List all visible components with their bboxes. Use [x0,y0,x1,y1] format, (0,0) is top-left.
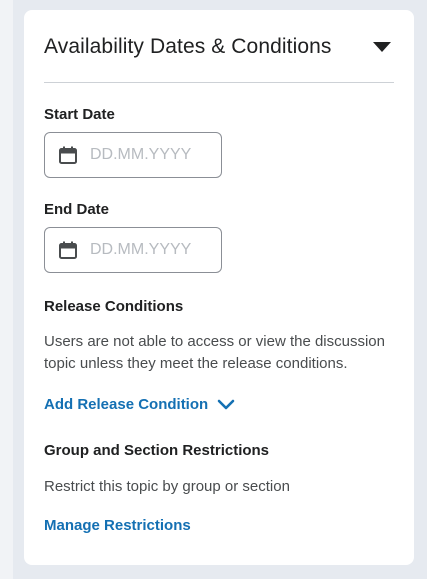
collapse-toggle-button[interactable] [370,35,394,59]
start-date-input[interactable] [90,146,220,164]
availability-panel: Availability Dates & Conditions Start Da… [24,10,414,565]
add-release-condition-label: Add Release Condition [44,396,209,413]
end-date-field[interactable] [44,227,222,273]
end-date-label: End Date [44,201,110,218]
manage-restrictions-label: Manage Restrictions [44,517,191,534]
panel-title: Availability Dates & Conditions [44,35,332,58]
release-conditions-heading: Release Conditions [44,298,184,315]
add-release-condition-button[interactable]: Add Release Condition [44,396,235,413]
start-date-field[interactable] [44,132,222,178]
start-date-label: Start Date [44,106,115,123]
manage-restrictions-link[interactable]: Manage Restrictions [44,517,191,534]
panel-header[interactable]: Availability Dates & Conditions [44,32,394,62]
chevron-down-icon [217,399,235,409]
caret-down-icon [373,42,391,52]
release-conditions-description: Users are not able to access or view the… [44,333,385,372]
header-divider [44,82,394,83]
calendar-icon[interactable] [58,240,78,260]
calendar-icon[interactable] [58,145,78,165]
restrictions-description: Restrict this topic by group or section [44,478,290,495]
end-date-input[interactable] [90,241,220,259]
restrictions-heading: Group and Section Restrictions [44,442,270,459]
